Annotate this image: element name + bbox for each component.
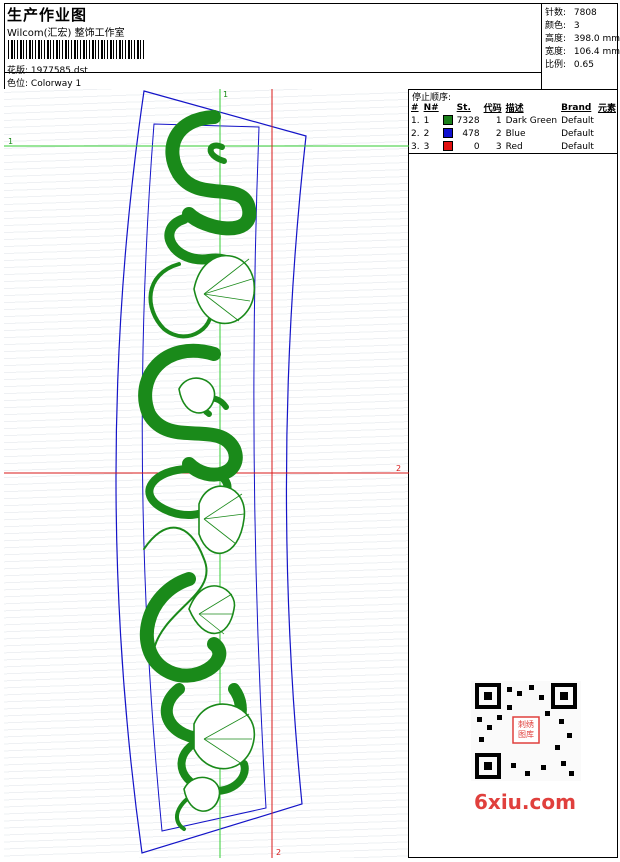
- guide-label-bottom: 2: [276, 848, 281, 857]
- design-file-label: 花版:: [7, 66, 29, 76]
- table-bottom-border: [409, 153, 618, 154]
- fan-motifs: [178, 254, 255, 812]
- embroidery-design: 1 1 2 2: [4, 89, 409, 858]
- design-canvas: 1 1 2 2: [4, 89, 409, 858]
- col-brand: Brand: [561, 102, 592, 113]
- stat-stitches: 针数: 7808: [545, 8, 597, 18]
- col-color: [441, 101, 455, 114]
- table-header-row: # N# St. 代码 描述 Brand 元素: [409, 101, 618, 115]
- stats-panel: 针数: 7808 颜色: 3 高度: 398.0 mm 宽度: 106.4 mm…: [541, 3, 620, 89]
- guide-label-top: 1: [223, 90, 228, 99]
- table-row: 1. 1 7328 1 Dark Green Default: [411, 115, 594, 126]
- header-left: 生产作业图 Wilcom(汇宏) 整饰工作室 花版: 1977585.dst 色…: [4, 3, 541, 89]
- page-title: 生产作业图: [7, 6, 88, 24]
- col-description: 描述: [505, 104, 524, 114]
- qr-code: 刺绣图库: [471, 681, 581, 781]
- stat-height: 高度: 398.0 mm: [545, 34, 620, 44]
- barcode: [8, 40, 144, 59]
- colorway-label: 色位:: [7, 79, 29, 89]
- company-name: Wilcom(汇宏) 整饰工作室: [7, 28, 125, 39]
- color-swatch: [442, 128, 453, 139]
- guide-label-left: 1: [8, 137, 13, 146]
- guide-label-right: 2: [396, 464, 401, 473]
- stat-width: 宽度: 106.4 mm: [545, 47, 620, 57]
- watermark-site: 6xiu.com: [474, 790, 576, 814]
- col-n: N#: [423, 102, 439, 113]
- design-file-row: 花版: 1977585.dst: [7, 63, 88, 76]
- color-swatch: [442, 115, 453, 126]
- stop-sequence-table: # N# St. 代码 描述 Brand 元素 1. 1 7328 1 Dark…: [409, 101, 618, 153]
- stat-scale: 比例: 0.65: [545, 60, 594, 70]
- colorway-value: Colorway 1: [30, 79, 82, 89]
- col-index: #: [411, 102, 419, 113]
- header-divider-1: [4, 72, 541, 73]
- col-code: 代码: [483, 104, 502, 114]
- stat-colors: 颜色: 3: [545, 21, 580, 31]
- col-element: 元素: [597, 104, 616, 114]
- table-row: 2. 2 478 2 Blue Default: [411, 128, 594, 139]
- watermark-stamp: 刺绣图库: [518, 720, 534, 739]
- design-file-value: 1977585.dst: [30, 66, 88, 76]
- color-swatch: [442, 141, 453, 152]
- colorway-row: 色位: Colorway 1: [7, 76, 81, 89]
- col-stitches: St.: [456, 102, 471, 113]
- table-row: 3. 3 0 3 Red Default: [411, 141, 594, 152]
